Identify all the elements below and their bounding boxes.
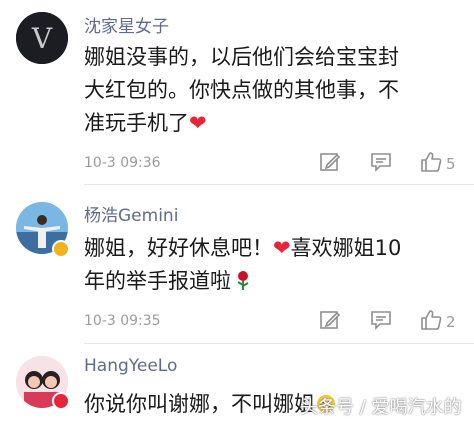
edit-icon[interactable] xyxy=(319,309,341,331)
comment-text: 娜姐，好好休息吧！❤喜欢娜姐10 年的举手报道啦 xyxy=(84,232,464,298)
edit-icon[interactable] xyxy=(319,151,341,173)
username[interactable]: 杨浩Gemini xyxy=(84,201,178,226)
comment-line: 娜姐，好好休息吧！❤喜欢娜姐10 xyxy=(84,236,402,260)
like-count: 2 xyxy=(446,313,456,331)
like-icon[interactable] xyxy=(420,151,442,173)
verified-badge-icon xyxy=(52,240,70,258)
comment-line: 准玩手机了❤ xyxy=(84,111,207,135)
comment-line: 年的举手报道啦 xyxy=(84,265,464,298)
reply-icon[interactable] xyxy=(370,309,392,331)
like-count: 5 xyxy=(446,155,456,173)
rose-emoji-icon xyxy=(237,271,249,290)
comment-line: 娜姐没事的，以后他们会给宝宝封 xyxy=(84,45,399,69)
comment-item: V 沈家星女子 娜姐没事的，以后他们会给宝宝封 大红包的。你快点做的其他事，不 … xyxy=(0,0,474,180)
username[interactable]: HangYeeLo xyxy=(84,356,177,376)
comment-line: 大红包的。你快点做的其他事，不 xyxy=(84,78,399,102)
heart-emoji-icon: ❤ xyxy=(273,236,291,260)
avatar-letter: V xyxy=(31,22,53,55)
comment-item: 杨浩Gemini 娜姐，好好休息吧！❤喜欢娜姐10 年的举手报道啦 10-3 0… xyxy=(0,190,474,340)
like-icon[interactable] xyxy=(420,309,442,331)
comment-time: 10-3 09:35 xyxy=(84,313,161,329)
watermark: 头条号 / 爱喝汽水的 xyxy=(300,397,462,418)
avatar-v-logo-icon: V xyxy=(16,12,68,64)
verified-badge-icon xyxy=(52,392,70,410)
username[interactable]: 沈家星女子 xyxy=(84,12,169,37)
reply-icon[interactable] xyxy=(370,151,392,173)
comment-time: 10-3 09:36 xyxy=(84,155,161,171)
divider xyxy=(84,184,474,185)
avatar[interactable]: V xyxy=(16,12,68,64)
divider xyxy=(84,343,474,344)
heart-emoji-icon: ❤ xyxy=(189,111,207,135)
comment-text: 娜姐没事的，以后他们会给宝宝封 大红包的。你快点做的其他事，不 准玩手机了❤ xyxy=(84,41,464,140)
